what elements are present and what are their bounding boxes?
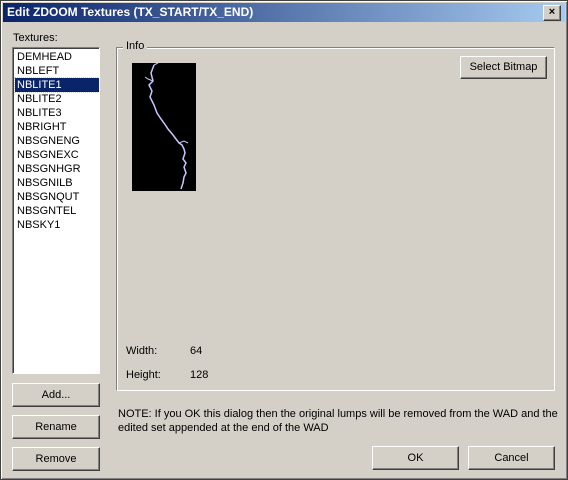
- lightning-image: [144, 62, 189, 190]
- textures-label: Textures:: [13, 32, 58, 44]
- texture-item[interactable]: NBRIGHT: [15, 120, 99, 134]
- texture-item[interactable]: NBSGNTEL: [15, 204, 99, 218]
- texture-item[interactable]: NBSKY1: [15, 218, 99, 232]
- select-bitmap-button[interactable]: Select Bitmap: [460, 56, 547, 79]
- texture-item[interactable]: DEMHEAD: [15, 50, 99, 64]
- height-value: 128: [190, 369, 209, 381]
- texture-item[interactable]: NBSGNQUT: [15, 190, 99, 204]
- edit-textures-dialog: Edit ZDOOM Textures (TX_START/TX_END) × …: [0, 0, 568, 480]
- texture-item[interactable]: NBLITE1: [14, 77, 99, 93]
- add-button[interactable]: Add...: [12, 383, 100, 407]
- width-value: 64: [190, 345, 203, 357]
- info-legend: Info: [123, 40, 148, 52]
- close-button[interactable]: ×: [543, 5, 561, 21]
- width-label: Width:: [126, 345, 158, 357]
- window-title: Edit ZDOOM Textures (TX_START/TX_END): [7, 5, 254, 19]
- close-icon: ×: [548, 6, 556, 18]
- title-bar[interactable]: Edit ZDOOM Textures (TX_START/TX_END) ×: [3, 3, 565, 22]
- textures-list: DEMHEAD NBLEFT NBLITE1 NBLITE2 NBLITE3 NBRIGH…: [13, 48, 99, 232]
- texture-item[interactable]: NBSGNEXC: [15, 148, 99, 162]
- texture-item[interactable]: NBSGNHGR: [15, 162, 99, 176]
- ok-button[interactable]: OK: [372, 446, 459, 470]
- height-label: Height:: [126, 369, 161, 381]
- textures-listbox[interactable]: DEMHEAD NBLEFT NBLITE1 NBLITE2 NBLITE3 NBRIGH…: [12, 47, 100, 374]
- rename-button[interactable]: Rename: [12, 415, 100, 439]
- texture-item[interactable]: NBLITE2: [15, 92, 99, 106]
- texture-item[interactable]: NBLEFT: [15, 64, 99, 78]
- texture-item[interactable]: NBLITE3: [15, 106, 99, 120]
- cancel-button[interactable]: Cancel: [468, 446, 555, 470]
- remove-button[interactable]: Remove: [12, 447, 100, 471]
- texture-item[interactable]: NBSGNILB: [15, 176, 99, 190]
- texture-item[interactable]: NBSGNENG: [15, 134, 99, 148]
- note-text: NOTE: If you OK this dialog then the ori…: [118, 408, 558, 434]
- texture-preview: [132, 62, 196, 191]
